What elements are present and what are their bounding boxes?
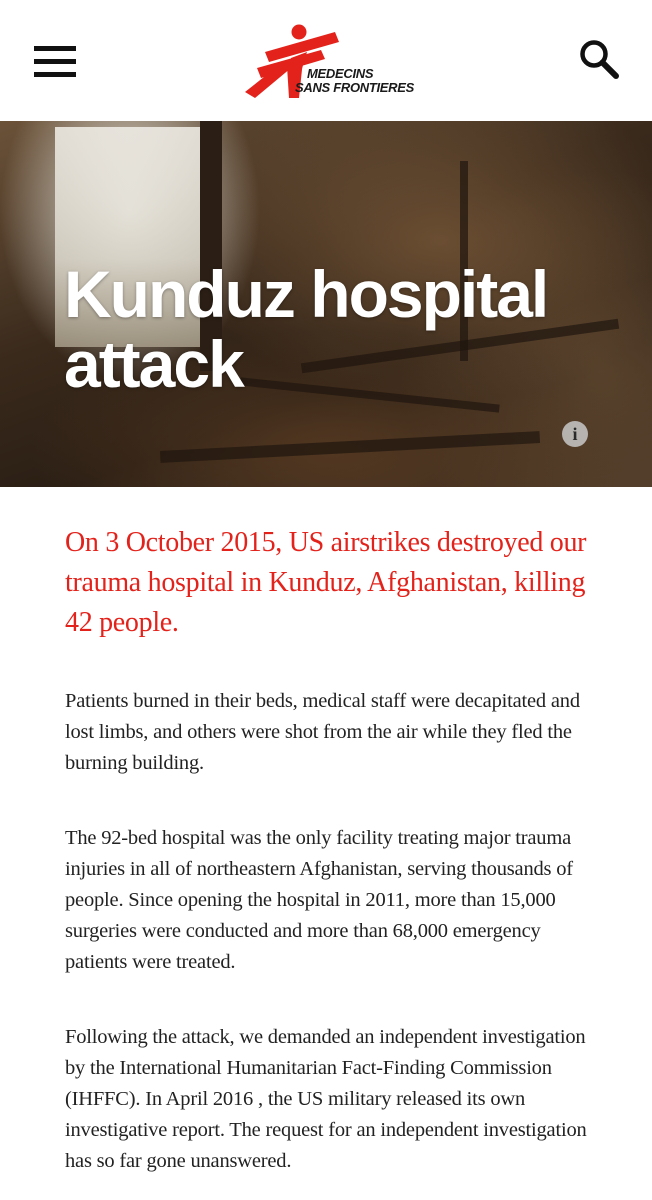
- logo-text-line1: MEDECINS: [307, 66, 374, 81]
- article-paragraph: Following the attack, we demanded an ind…: [65, 1025, 587, 1173]
- hero-banner: Kunduz hospital attack i: [0, 121, 652, 487]
- site-header: MEDECINS SANS FRONTIERES: [0, 0, 652, 121]
- menu-bar: [34, 72, 76, 77]
- article-paragraph: Patients burned in their beds, medical s…: [65, 690, 580, 775]
- article-paragraph: The 92-bed hospital was the only facilit…: [65, 826, 573, 974]
- page: MEDECINS SANS FRONTIERES Kunduz hospital…: [0, 0, 652, 1200]
- search-icon[interactable]: [578, 38, 620, 80]
- hero-image-debris: [159, 431, 541, 463]
- menu-bar: [34, 46, 76, 51]
- page-title: Kunduz hospital attack: [64, 257, 549, 401]
- article-body: On 3 October 2015, US airstrikes destroy…: [65, 523, 605, 1200]
- info-icon[interactable]: i: [562, 421, 588, 447]
- hamburger-menu-icon[interactable]: [34, 46, 78, 80]
- article-lead: On 3 October 2015, US airstrikes destroy…: [65, 527, 587, 638]
- msf-logo[interactable]: MEDECINS SANS FRONTIERES: [243, 22, 419, 98]
- logo-text-line2: SANS FRONTIERES: [295, 80, 415, 95]
- menu-bar: [34, 59, 76, 64]
